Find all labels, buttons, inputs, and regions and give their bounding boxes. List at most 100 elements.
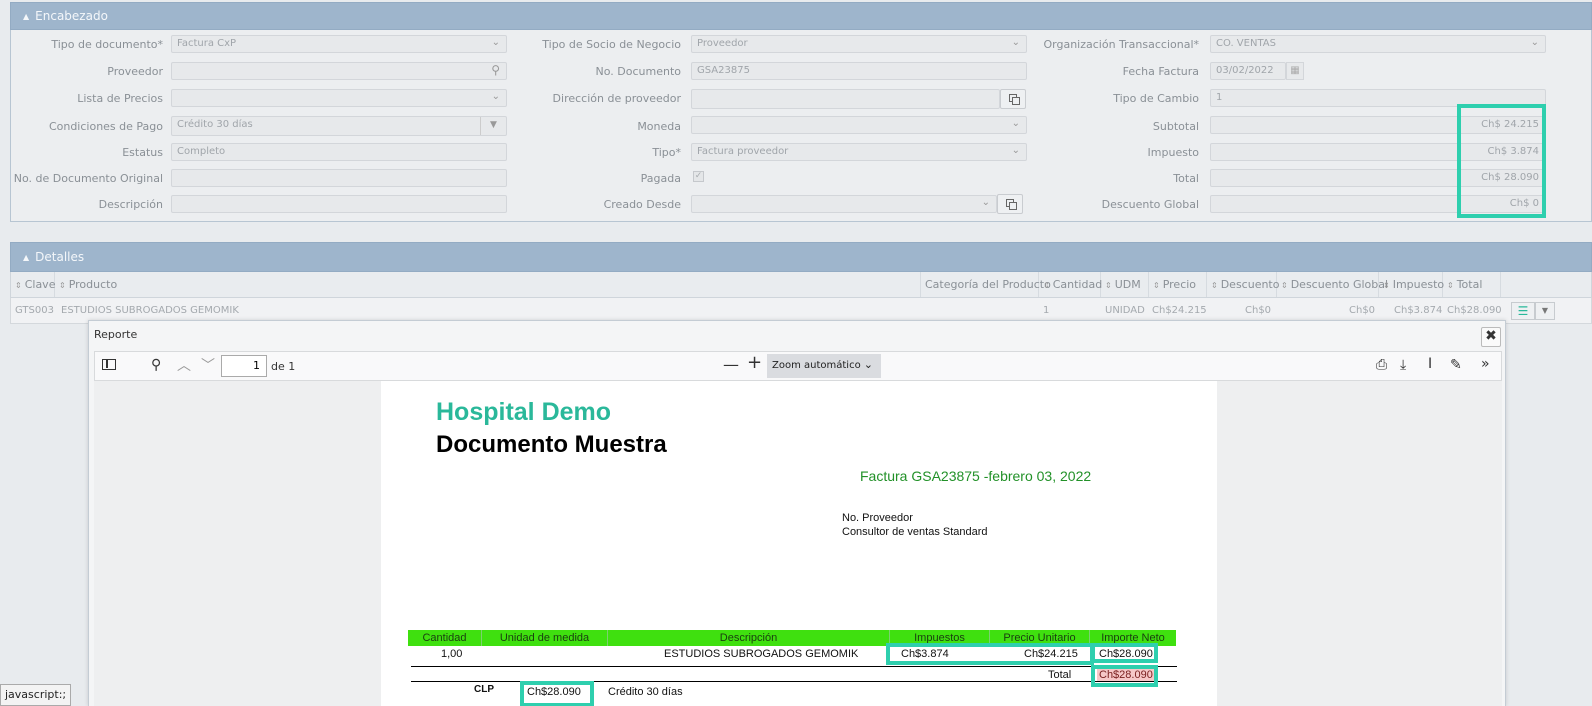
sort-icon: ⇕ <box>1281 281 1288 290</box>
label-descripcion: Descripción <box>98 198 163 211</box>
pdf-page: Hospital Demo Documento Muestra Factura … <box>381 381 1217 706</box>
label-condiciones-pago: Condiciones de Pago <box>48 120 163 133</box>
report-modal: Reporte ✖ ⚲ ︿ ﹀ 1 de 1 — + Zoom automáti… <box>88 320 1506 706</box>
report-divider <box>411 666 1177 667</box>
descripcion-field[interactable] <box>171 195 507 213</box>
label-total: Total <box>1173 172 1199 185</box>
tipo-select[interactable]: Factura proveedor ⌄ <box>691 143 1027 161</box>
label-doc-original: No. de Documento Original <box>13 172 163 185</box>
label-creado-desde: Creado Desde <box>603 198 681 211</box>
column-header-clave[interactable]: ⇕ Clave <box>11 272 55 297</box>
zoom-in-icon[interactable]: + <box>747 354 762 372</box>
chevron-down-icon: ⌄ <box>981 197 990 208</box>
impuestos-highlight-box <box>886 643 1094 665</box>
copy-address-button[interactable] <box>1000 89 1026 109</box>
pdf-viewport[interactable]: Hospital Demo Documento Muestra Factura … <box>94 381 1502 706</box>
label-org: Organización Transaccional* <box>1043 38 1199 51</box>
column-header-descuento[interactable]: ⇕ Descuento <box>1207 272 1279 297</box>
condiciones-pago-select[interactable]: Crédito 30 días ▼ <box>171 116 507 136</box>
draw-icon[interactable]: ✎ <box>1450 357 1462 373</box>
label-pagada: Pagada <box>640 172 681 185</box>
report-provider-name: Consultor de ventas Standard <box>842 526 988 538</box>
totals-highlight-box <box>1457 104 1546 218</box>
pagada-checkbox[interactable]: ✓ <box>693 171 704 182</box>
pdf-toolbar: ⚲ ︿ ﹀ 1 de 1 — + Zoom automático ⌄ ⎙ ⤓ I … <box>94 351 1502 381</box>
report-doc-title: Documento Muestra <box>436 431 667 458</box>
sort-icon: ⇕ <box>1383 281 1390 290</box>
row-dropdown-button[interactable]: ▼ <box>1535 302 1555 320</box>
column-header-impuesto[interactable]: ⇕ Impuesto <box>1379 272 1444 297</box>
report-total-label: Total <box>1048 669 1072 681</box>
moneda-select[interactable]: ⌄ <box>691 116 1027 134</box>
sort-icon: ⇕ <box>1447 281 1454 290</box>
report-cell-cantidad: 1,00 <box>441 648 463 660</box>
zoom-out-icon[interactable]: — <box>723 357 739 373</box>
estatus-field: Completo <box>171 143 507 161</box>
label-direccion: Dirección de proveedor <box>552 92 681 105</box>
sort-icon: ⇕ <box>1105 281 1112 290</box>
label-tipo-documento: Tipo de documento* <box>51 38 163 51</box>
column-header-descuento-global[interactable]: ⇕ Descuento Global <box>1277 272 1388 297</box>
close-button[interactable]: ✖ <box>1481 327 1501 347</box>
sort-icon: ⇕ <box>1211 281 1218 290</box>
direccion-field[interactable] <box>691 89 1000 109</box>
page-count: de 1 <box>271 360 296 373</box>
download-icon[interactable]: ⤓ <box>1400 357 1406 373</box>
close-icon: ✖ <box>1485 328 1497 344</box>
cell-clave: GTS003 <box>15 305 54 316</box>
chevron-down-icon: ⌄ <box>491 91 500 102</box>
org-select[interactable]: CO. VENTAS ⌄ <box>1210 35 1546 53</box>
column-header-udm[interactable]: ⇕ UDM <box>1101 272 1149 297</box>
copy-icon <box>1009 202 1017 210</box>
chevron-up-icon[interactable]: ︿ <box>177 358 191 374</box>
doc-original-field[interactable] <box>171 169 507 187</box>
row-menu-button[interactable]: ☰ <box>1511 302 1535 320</box>
report-terms: Crédito 30 días <box>608 686 683 698</box>
zoom-select[interactable]: Zoom automático ⌄ <box>767 354 881 378</box>
column-header-total[interactable]: ⇕ Total <box>1443 272 1501 297</box>
report-th: Unidad de medida <box>482 630 608 646</box>
tipo-documento-select[interactable]: Factura CxP ⌄ <box>171 35 507 53</box>
page-number-input[interactable]: 1 <box>221 355 267 377</box>
list-icon: ☰ <box>1517 304 1529 318</box>
copy-created-from-button[interactable] <box>997 194 1023 214</box>
label-descuento-global: Descuento Global <box>1101 198 1199 211</box>
no-documento-field[interactable]: GSA23875 <box>691 62 1027 80</box>
header-panel-title[interactable]: ▲ Encabezado <box>10 2 1592 30</box>
column-header-precio[interactable]: ⇕ Precio <box>1149 272 1207 297</box>
report-cell-descripcion: ESTUDIOS SUBROGADOS GEMOMIK <box>664 648 859 660</box>
report-th: Cantidad <box>408 630 482 646</box>
more-tools-icon[interactable]: » <box>1481 356 1490 372</box>
column-header-cantidad[interactable]: ⇕ Cantidad <box>1039 272 1102 297</box>
sidebar-toggle-icon[interactable] <box>102 359 116 370</box>
report-company: Hospital Demo <box>436 398 612 426</box>
sort-icon: ⇕ <box>59 281 66 290</box>
tipo-socio-select[interactable]: Proveedor ⌄ <box>691 35 1027 53</box>
search-icon[interactable]: ⚲ <box>491 63 500 78</box>
report-th: Descripción <box>608 630 890 646</box>
collapse-icon: ▲ <box>23 12 30 21</box>
importe-highlight-box <box>1091 643 1158 663</box>
column-header-producto[interactable]: ⇕ Producto <box>55 272 921 297</box>
sort-icon: ⇕ <box>1153 281 1160 290</box>
sort-icon: ⇕ <box>15 281 22 290</box>
label-estatus: Estatus <box>122 146 163 159</box>
collapse-icon: ▲ <box>23 253 30 262</box>
label-no-documento: No. Documento <box>595 65 681 78</box>
text-cursor-icon[interactable]: I <box>1428 356 1432 372</box>
copy-icon <box>1012 97 1020 105</box>
label-fecha: Fecha Factura <box>1122 65 1199 78</box>
currency-highlight-box <box>520 681 594 706</box>
proveedor-search-field[interactable]: ⚲ <box>171 62 507 80</box>
caret-down-icon[interactable]: ▼ <box>480 117 506 135</box>
details-panel-title[interactable]: ▲ Detalles <box>10 242 1592 272</box>
print-icon[interactable]: ⎙ <box>1376 357 1387 373</box>
lista-precios-select[interactable]: ⌄ <box>171 89 507 107</box>
fecha-field[interactable]: 03/02/2022 <box>1210 62 1286 80</box>
calendar-icon[interactable]: ▦ <box>1286 62 1304 80</box>
report-invoice-line: Factura GSA23875 -febrero 03, 2022 <box>860 468 1092 484</box>
creado-desde-select[interactable]: ⌄ <box>691 195 997 213</box>
chevron-down-icon[interactable]: ﹀ <box>201 358 215 374</box>
column-header-categoria[interactable]: Categoría del Producto <box>921 272 1051 297</box>
search-icon[interactable]: ⚲ <box>151 357 161 373</box>
